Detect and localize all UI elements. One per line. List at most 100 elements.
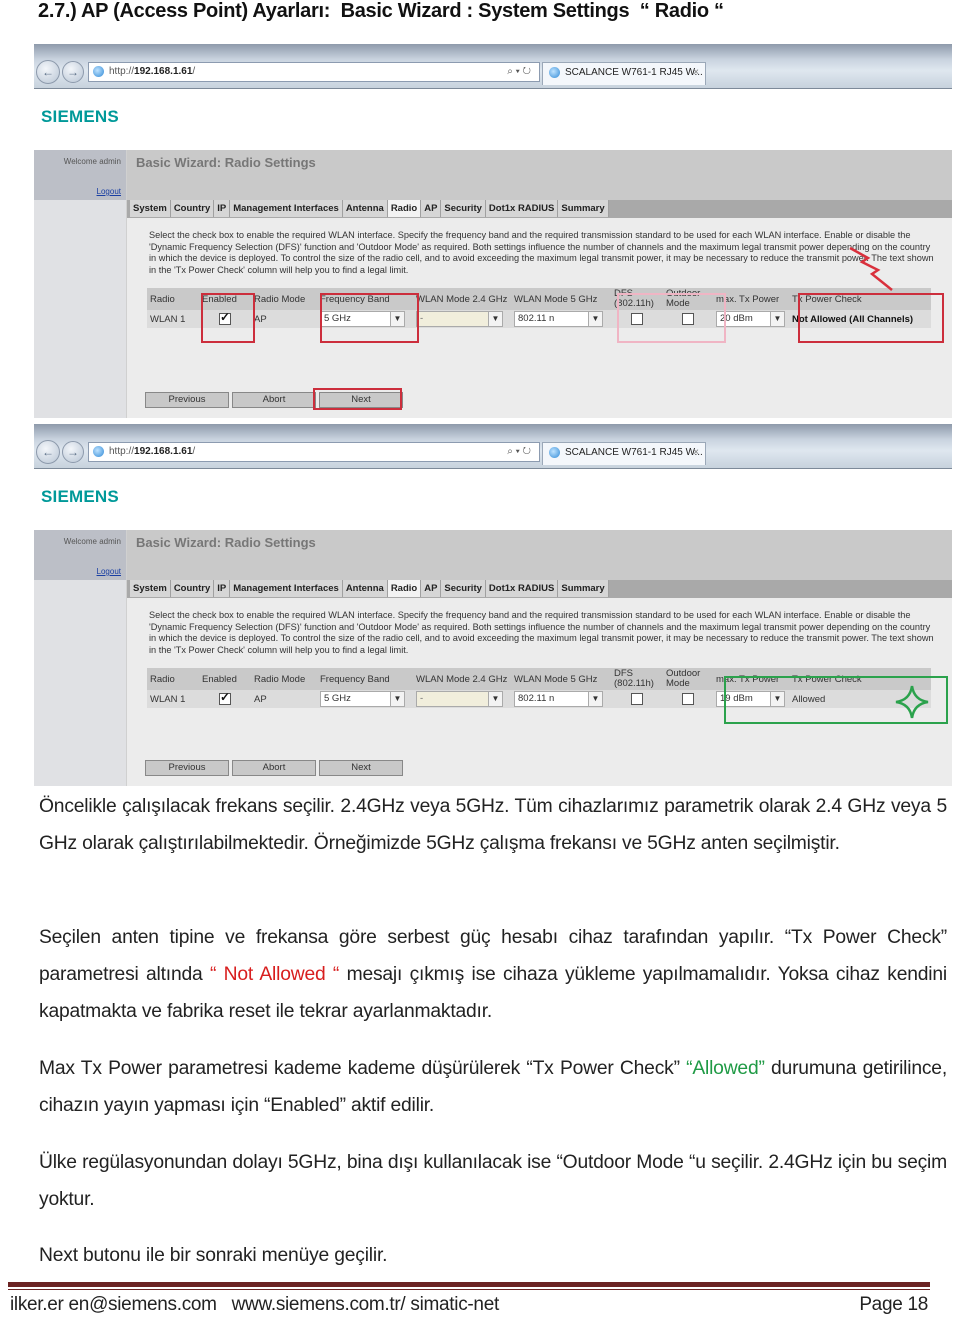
back-arrow-icon[interactable]: ←	[36, 60, 60, 84]
col-radio: Radio	[147, 288, 199, 310]
wlan-mode-24-select[interactable]: - ▼	[416, 691, 503, 707]
radio-settings-description: Select the check box to enable the requi…	[149, 230, 934, 275]
max-tx-power-select[interactable]: 19 dBm ▼	[716, 691, 785, 707]
main-panel: Basic Wizard: Radio Settings System Coun…	[126, 530, 952, 786]
radio-name: WLAN 1	[147, 310, 199, 328]
table-header-row: Radio Enabled Radio Mode Frequency Band …	[147, 288, 931, 310]
tab-ip[interactable]: IP	[214, 200, 231, 217]
col-wlan-mode-5: WLAN Mode 5 GHz	[511, 288, 611, 310]
dfs-checkbox[interactable]	[631, 313, 643, 325]
sidebar: Welcome admin Logout	[34, 150, 126, 418]
max-tx-power-select[interactable]: 20 dBm ▼	[716, 311, 785, 327]
radio-mode-value: AP	[251, 310, 317, 328]
footer-contact: ilker.er en@siemens.com www.siemens.com.…	[10, 1294, 499, 1315]
tab-antenna[interactable]: Antenna	[342, 200, 388, 217]
next-button[interactable]: Next	[319, 392, 403, 408]
wizard-buttons: Previous Abort Next	[145, 392, 403, 408]
enabled-checkbox[interactable]	[219, 310, 231, 325]
chevron-down-icon: ▼	[488, 692, 502, 706]
wlan-mode-5-select[interactable]: 802.11 n ▼	[514, 311, 603, 327]
outdoor-mode-checkbox[interactable]	[682, 313, 694, 325]
enabled-checkbox[interactable]	[219, 690, 231, 705]
next-button[interactable]: Next	[319, 760, 403, 776]
tab-system[interactable]: System	[130, 580, 171, 597]
chevron-down-icon: ▼	[390, 692, 404, 706]
logout-link[interactable]: Logout	[97, 567, 121, 576]
tab-radio[interactable]: Radio	[387, 580, 422, 597]
footer-divider	[8, 1282, 930, 1287]
back-arrow-icon[interactable]: ←	[36, 440, 60, 464]
sidebar: Welcome admin Logout	[34, 530, 126, 786]
allowed-highlight: “Allowed”	[686, 1058, 765, 1079]
col-frequency-band: Frequency Band	[317, 668, 413, 690]
browser-toolbar: ← → http://192.168.1.61/ ⌕ ▾ ↻ SCALANCE …	[34, 424, 952, 469]
page-title: Basic Wizard: Radio Settings	[136, 535, 316, 550]
ie-logo-icon	[549, 67, 560, 78]
search-refresh-icon[interactable]: ⌕ ▾ ↻	[507, 63, 531, 81]
radio-mode-value: AP	[251, 690, 317, 708]
page-title: Basic Wizard: Radio Settings	[136, 155, 316, 170]
radio-settings-table: Radio Enabled Radio Mode Frequency Band …	[147, 288, 931, 328]
col-max-tx-power: max. Tx Power	[713, 288, 789, 310]
radio-settings-table: Radio Enabled Radio Mode Frequency Band …	[147, 668, 931, 708]
tab-country[interactable]: Country	[170, 580, 215, 597]
close-icon[interactable]: ×	[693, 63, 699, 83]
chevron-down-icon: ▼	[588, 692, 602, 706]
tab-summary[interactable]: Summary	[558, 200, 609, 217]
section-heading: 2.7.) AP (Access Point) Ayarları: Basic …	[38, 0, 724, 22]
col-enabled: Enabled	[199, 668, 251, 690]
previous-button[interactable]: Previous	[145, 760, 229, 776]
tab-summary[interactable]: Summary	[558, 580, 609, 597]
main-panel: Basic Wizard: Radio Settings System Coun…	[126, 150, 952, 418]
tab-radio[interactable]: Radio	[387, 200, 422, 217]
wizard-tabs: System Country IP Management Interfaces …	[127, 580, 952, 598]
paragraph-tx-power: Seçilen anten tipine ve frekansa göre se…	[39, 927, 947, 1022]
tab-management-interfaces[interactable]: Management Interfaces	[230, 580, 343, 597]
wlan-mode-5-select[interactable]: 802.11 n ▼	[514, 691, 603, 707]
welcome-text: Welcome admin	[63, 157, 121, 166]
dfs-checkbox[interactable]	[631, 693, 643, 705]
search-refresh-icon[interactable]: ⌕ ▾ ↻	[507, 443, 531, 461]
chevron-down-icon: ▼	[488, 312, 502, 326]
web-management-app: Welcome admin Logout Basic Wizard: Radio…	[34, 150, 952, 418]
tab-security[interactable]: Security	[441, 200, 486, 217]
tab-ap[interactable]: AP	[421, 200, 442, 217]
table-header-row: Radio Enabled Radio Mode Frequency Band …	[147, 668, 931, 690]
outdoor-mode-checkbox[interactable]	[682, 693, 694, 705]
siemens-logo: SIEMENS	[41, 107, 119, 126]
frequency-band-select[interactable]: 5 GHz ▼	[320, 691, 405, 707]
browser-tab[interactable]: SCALANCE W761-1 RJ45 W... ×	[542, 442, 706, 465]
abort-button[interactable]: Abort	[232, 760, 316, 776]
previous-button[interactable]: Previous	[145, 392, 229, 408]
wlan-mode-24-select[interactable]: - ▼	[416, 311, 503, 327]
col-dfs: DFS (802.11h)	[611, 288, 663, 310]
tab-ip[interactable]: IP	[214, 580, 231, 597]
logout-link[interactable]: Logout	[97, 187, 121, 196]
tab-country[interactable]: Country	[170, 200, 215, 217]
tab-dot1x-radius[interactable]: Dot1x RADIUS	[485, 200, 559, 217]
abort-button[interactable]: Abort	[232, 392, 316, 408]
tab-management-interfaces[interactable]: Management Interfaces	[230, 200, 343, 217]
col-wlan-mode-24: WLAN Mode 2.4 GHz	[413, 668, 511, 690]
address-bar[interactable]: http://192.168.1.61/ ⌕ ▾ ↻	[88, 62, 540, 82]
forward-arrow-icon[interactable]: →	[62, 441, 84, 463]
tab-ap[interactable]: AP	[421, 580, 442, 597]
browser-tab[interactable]: SCALANCE W761-1 RJ45 W... ×	[542, 62, 706, 85]
chevron-down-icon: ▼	[588, 312, 602, 326]
sparkle-star-icon	[895, 685, 929, 719]
col-dfs: DFS (802.11h)	[611, 668, 663, 690]
tab-dot1x-radius[interactable]: Dot1x RADIUS	[485, 580, 559, 597]
col-enabled: Enabled	[199, 288, 251, 310]
address-bar[interactable]: http://192.168.1.61/ ⌕ ▾ ↻	[88, 442, 540, 462]
url-text: http://192.168.1.61/	[109, 66, 196, 77]
chevron-down-icon: ▼	[770, 312, 784, 326]
tab-security[interactable]: Security	[441, 580, 486, 597]
tab-system[interactable]: System	[130, 200, 171, 217]
chevron-down-icon: ▼	[390, 312, 404, 326]
col-frequency-band: Frequency Band	[317, 288, 413, 310]
forward-arrow-icon[interactable]: →	[62, 61, 84, 83]
close-icon[interactable]: ×	[693, 443, 699, 463]
frequency-band-select[interactable]: 5 GHz ▼	[320, 311, 405, 327]
url-text: http://192.168.1.61/	[109, 446, 196, 457]
tab-antenna[interactable]: Antenna	[342, 580, 388, 597]
